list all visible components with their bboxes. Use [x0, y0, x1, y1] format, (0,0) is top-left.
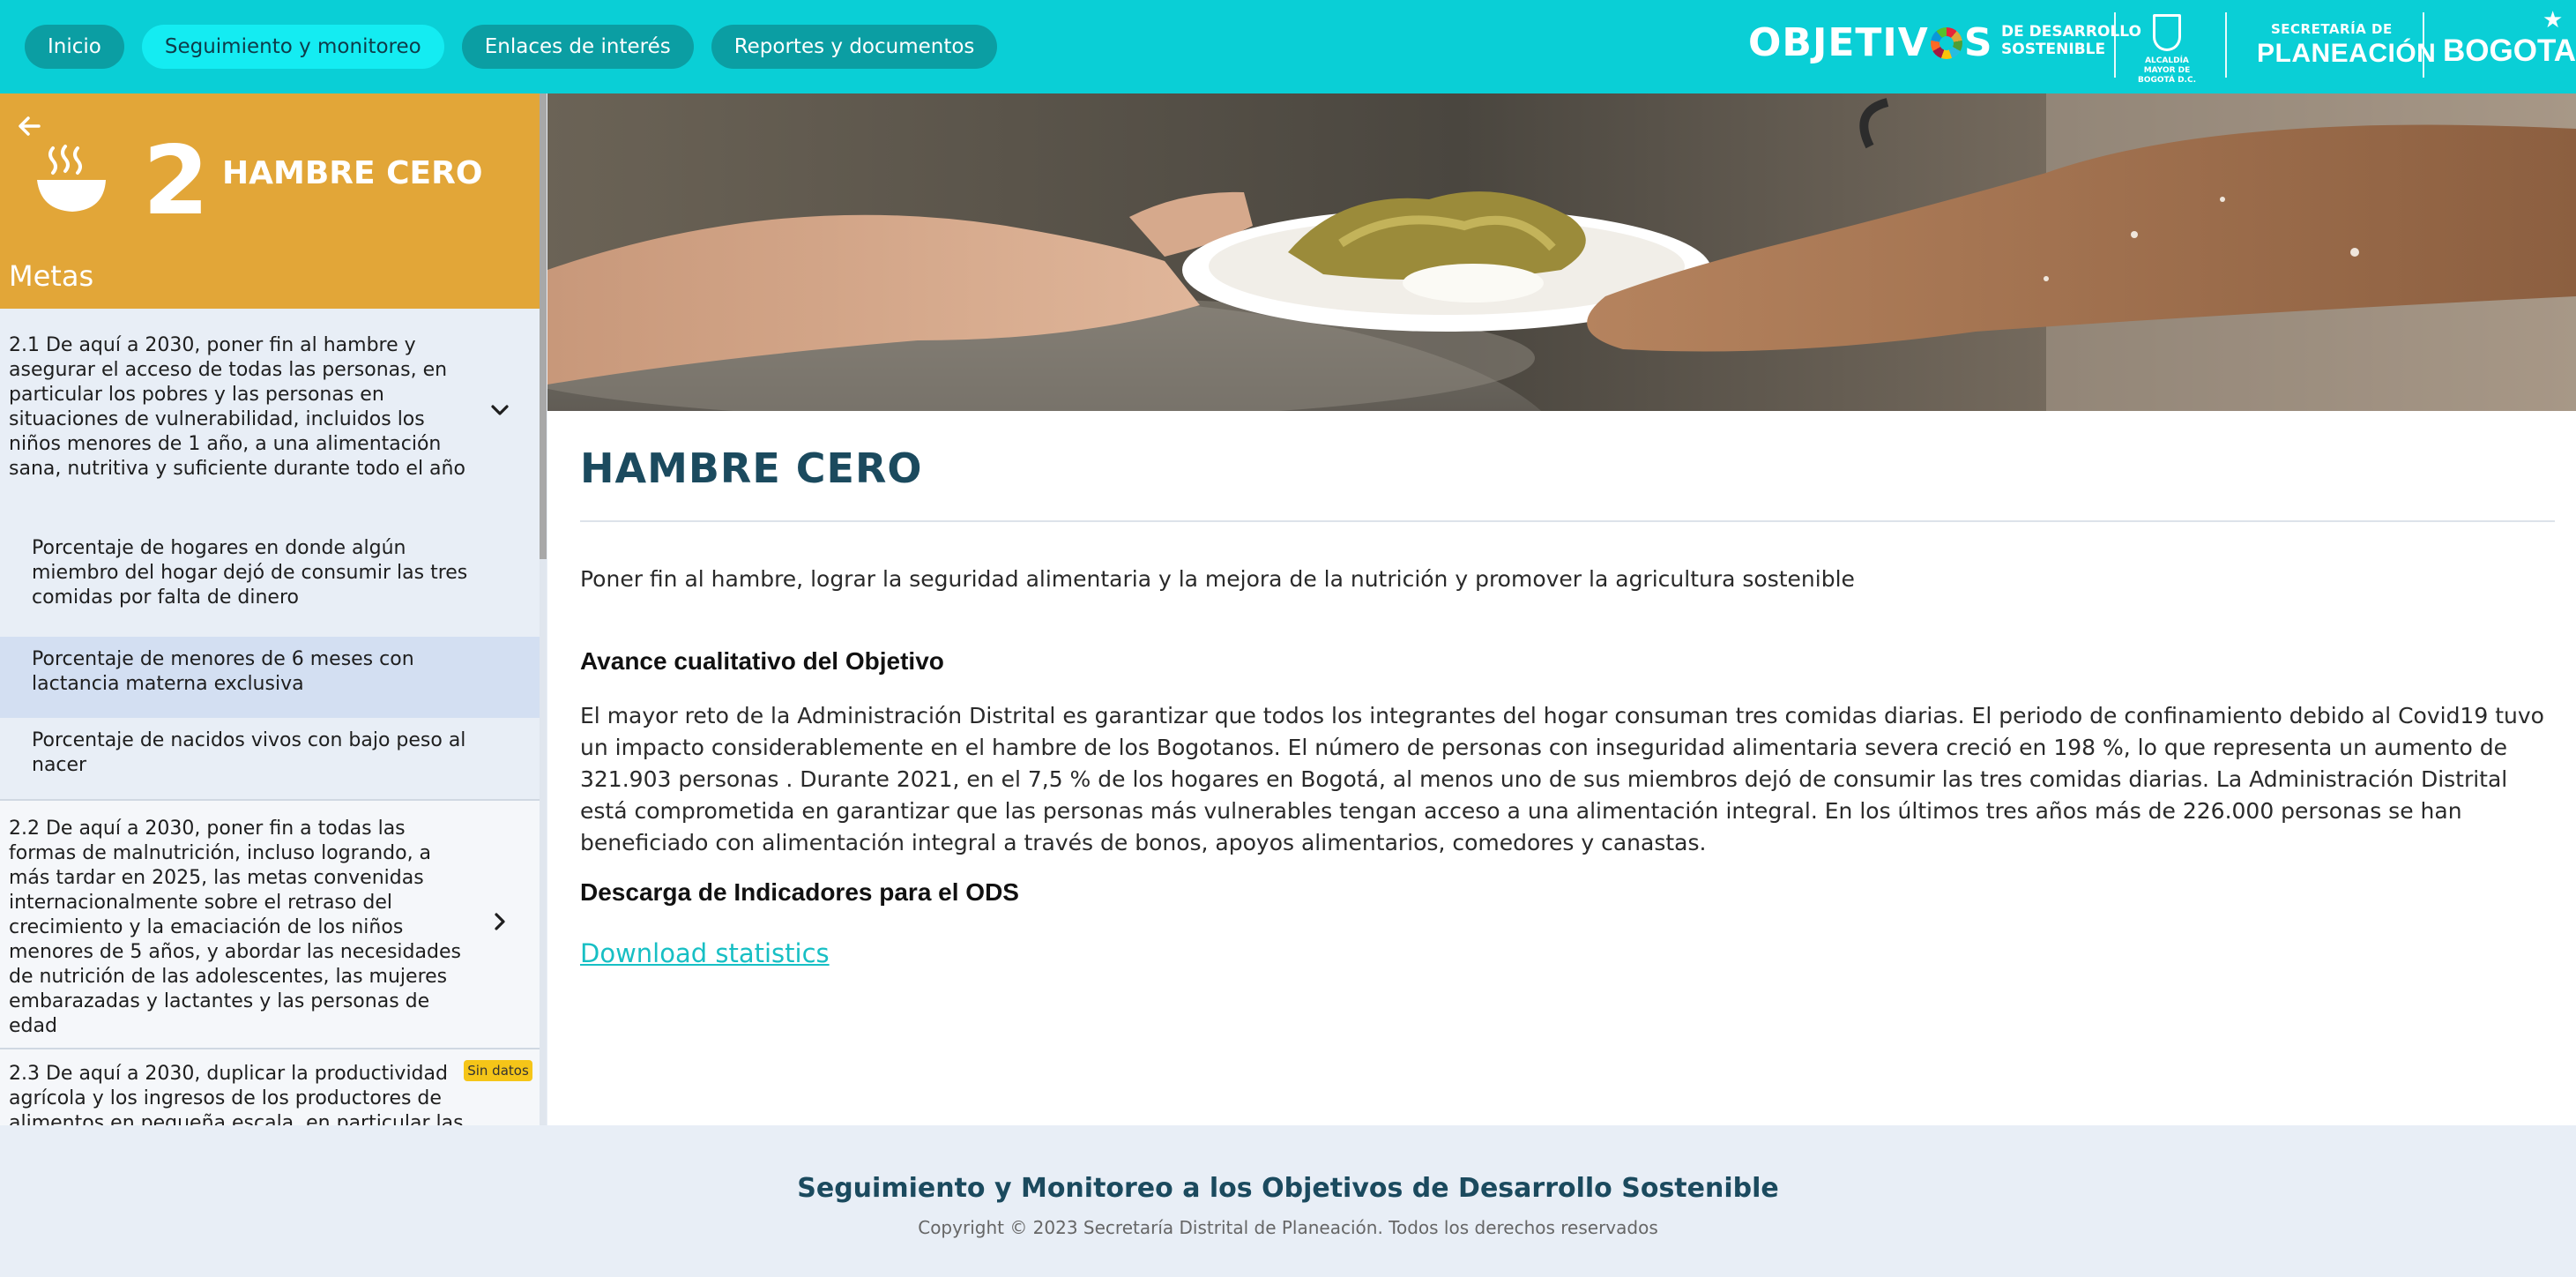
nav-seguimiento[interactable]: Seguimiento y monitoreo: [141, 25, 444, 69]
main-nav: Inicio Seguimiento y monitoreo Enlaces d…: [25, 25, 998, 69]
metas-label: Metas: [9, 259, 94, 293]
ods-logo[interactable]: OBJETIV S: [1748, 21, 1993, 65]
nav-enlaces[interactable]: Enlaces de interés: [461, 25, 694, 69]
alcaldia-logo[interactable]: ALCALDÍA MAYOR DE BOGOTÁ D.C.: [2133, 12, 2196, 85]
meta-text: 2.2 De aquí a 2030, poner fin a todas la…: [9, 818, 461, 1037]
indicator-text: Porcentaje de nacidos vivos con bajo pes…: [32, 729, 466, 776]
arrow-left-icon[interactable]: [16, 113, 42, 139]
section-title-avance: Avance cualitativo del Objetivo: [580, 647, 944, 675]
sdg-wheel-icon: [1930, 27, 1962, 59]
goal-header: 2 HAMBRE CERO Metas: [0, 93, 540, 309]
title-divider: [580, 520, 2555, 522]
footer-title: Seguimiento y Monitoreo a los Objetivos …: [797, 1173, 1779, 1204]
brand-divider: [2423, 12, 2424, 78]
goal-title: HAMBRE CERO: [222, 155, 483, 191]
meta-text: 2.1 De aquí a 2030, poner fin al hambre …: [9, 334, 465, 480]
goal-sidebar: 2 HAMBRE CERO Metas 2.1 De aquí a 2030, …: [0, 93, 547, 1125]
shield-icon: [2153, 14, 2181, 51]
chevron-down-icon[interactable]: [488, 399, 511, 422]
brand-logos: OBJETIV S DE DESARROLLO SOSTENIBLE ALCALD…: [1730, 0, 2576, 93]
scrollbar-track[interactable]: [540, 559, 547, 1125]
meta-item-2-1[interactable]: 2.1 De aquí a 2030, poner fin al hambre …: [0, 309, 540, 526]
nav-reportes[interactable]: Reportes y documentos: [711, 25, 998, 69]
brand-divider: [2114, 12, 2116, 78]
page-title: HAMBRE CERO: [580, 444, 923, 492]
ods-logo-text-right: S: [1963, 20, 1993, 65]
goal-content: HAMBRE CERO Poner fin al hambre, lograr …: [547, 411, 2576, 1125]
ods-sub-line-2: SOSTENIBLE: [2001, 41, 2106, 58]
bowl-icon: [37, 145, 106, 212]
top-bar: Inicio Seguimiento y monitoreo Enlaces d…: [0, 0, 2576, 93]
status-badge: Sin datos: [464, 1060, 532, 1081]
star-icon: ★: [2542, 7, 2564, 34]
indicator-text: Porcentaje de menores de 6 meses con lac…: [32, 648, 414, 695]
bogota-logo[interactable]: BOGOTA: [2443, 34, 2576, 69]
indicator-item-selected[interactable]: Porcentaje de menores de 6 meses con lac…: [0, 637, 540, 718]
download-statistics-link[interactable]: Download statistics: [580, 938, 830, 968]
indicator-item[interactable]: Porcentaje de hogares en donde algún mie…: [0, 526, 540, 609]
secretaria-small: SECRETARÍA DE: [2271, 21, 2393, 37]
hero-image: [547, 93, 2576, 411]
chevron-right-icon[interactable]: [488, 910, 511, 933]
indicator-text: Porcentaje de hogares en donde algún mie…: [32, 537, 468, 609]
avance-body: El mayor reto de la Administración Distr…: [580, 703, 2544, 855]
nav-inicio[interactable]: Inicio: [25, 25, 124, 69]
brand-divider: [2225, 12, 2227, 78]
ods-logo-text-left: OBJETIV: [1748, 20, 1929, 65]
goal-description: Poner fin al hambre, lograr la seguridad…: [580, 566, 1855, 592]
meta-text: 2.3 De aquí a 2030, duplicar la producti…: [9, 1063, 464, 1125]
planeacion-logo[interactable]: PLANEACIÓN: [2257, 39, 2436, 69]
meta-item-2-2[interactable]: 2.2 De aquí a 2030, poner fin a todas la…: [0, 799, 540, 1049]
indicator-item[interactable]: Porcentaje de nacidos vivos con bajo pes…: [0, 718, 540, 799]
alcaldia-text: ALCALDÍA MAYOR DE BOGOTÁ D.C.: [2137, 56, 2196, 85]
food-sharing-photo: [547, 93, 2576, 411]
ods-sub-line-1: DE DESARROLLO: [2001, 23, 2141, 41]
footer-copyright: Copyright © 2023 Secretaría Distrital de…: [918, 1217, 1658, 1238]
scrollbar-thumb[interactable]: [540, 93, 547, 559]
ods-logo-subtitle: DE DESARROLLO SOSTENIBLE: [2001, 23, 2141, 58]
section-title-descarga: Descarga de Indicadores para el ODS: [580, 878, 1019, 906]
goal-number: 2: [143, 126, 210, 236]
meta-item-2-3[interactable]: 2.3 De aquí a 2030, duplicar la producti…: [0, 1049, 540, 1125]
